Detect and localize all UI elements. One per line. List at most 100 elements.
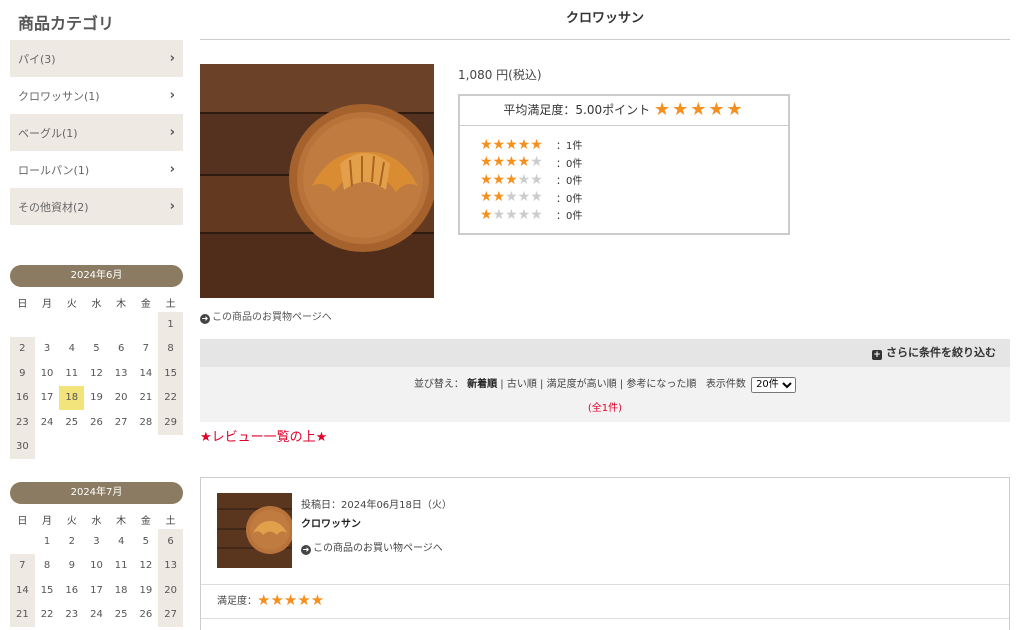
chevron-right-icon: › <box>169 199 175 214</box>
shopping-page-link[interactable]: ➜ この商品のお買物ページへ <box>200 308 332 324</box>
calendar-day[interactable]: 14 <box>134 361 159 386</box>
calendar-day[interactable]: 22 <box>35 603 60 628</box>
category-item-other-materials[interactable]: その他資材(2) › <box>10 188 183 225</box>
calendar-day[interactable]: 9 <box>59 554 84 579</box>
calendar-day[interactable]: 6 <box>158 529 183 554</box>
calendar-day[interactable]: 27 <box>109 410 134 435</box>
calendar-day[interactable]: 19 <box>134 578 159 603</box>
calendar-day[interactable]: 20 <box>109 386 134 411</box>
weekday-label: 月 <box>42 515 53 527</box>
weekday-label: 火 <box>66 515 77 527</box>
calendar-day[interactable]: 14 <box>10 578 35 603</box>
calendar-day[interactable]: 15 <box>158 361 183 386</box>
chevron-right-icon: › <box>169 88 175 103</box>
calendar-day[interactable]: 29 <box>158 410 183 435</box>
calendar-empty-cell <box>109 435 134 460</box>
croissant-photo <box>200 64 434 298</box>
calendar-day[interactable]: 8 <box>158 336 183 361</box>
calendar-day[interactable]: 21 <box>10 602 35 627</box>
calendar-day[interactable]: 30 <box>10 434 35 459</box>
calendar-day[interactable]: 2 <box>59 529 84 554</box>
calendar-day[interactable]: 24 <box>35 410 60 435</box>
calendar-day[interactable]: 25 <box>109 603 134 628</box>
divider <box>201 618 1009 619</box>
review-shopping-link-text: この商品のお買い物ページへ <box>313 543 443 554</box>
narrow-conditions-toggle[interactable]: + さらに条件を絞り込む <box>200 339 1010 367</box>
calendar-day[interactable]: 16 <box>10 385 35 410</box>
calendar-day[interactable]: 8 <box>35 554 60 579</box>
review-product-name: クロワッサン <box>301 519 361 530</box>
calendar-day[interactable]: 21 <box>134 386 159 411</box>
sort-highest-rating[interactable]: 満足度が高い順 <box>547 379 617 390</box>
rating-count: ：1件 <box>556 141 583 153</box>
calendar-day[interactable]: 6 <box>109 337 134 362</box>
review-list-note: ★レビュー一覧の上★ <box>200 430 328 445</box>
calendar-day[interactable]: 4 <box>59 337 84 362</box>
weekday-label: 水 <box>91 515 102 527</box>
weekday-label: 火 <box>66 298 77 310</box>
calendar-day[interactable]: 27 <box>158 602 183 627</box>
review-shopping-link[interactable]: ➜ この商品のお買い物ページへ <box>301 539 443 555</box>
shopping-page-link-text: この商品のお買物ページへ <box>212 312 332 323</box>
sort-oldest[interactable]: 古い順 <box>507 379 537 390</box>
category-label: ロールパン(1) <box>18 163 90 177</box>
review-filter-panel: + さらに条件を絞り込む 並び替え： 新着順 | 古い順 | 満足度が高い順 | … <box>200 339 1010 422</box>
calendar-day[interactable]: 12 <box>84 361 109 386</box>
category-item-pie[interactable]: パイ(3) › <box>10 40 183 77</box>
calendar-day[interactable]: 24 <box>84 603 109 628</box>
chevron-right-icon: › <box>169 51 175 66</box>
chevron-right-icon: › <box>169 162 175 177</box>
calendar-day[interactable]: 25 <box>59 410 84 435</box>
calendar-day[interactable]: 4 <box>109 529 134 554</box>
rating-row-2[interactable]: ★★★★★ ：0件 <box>480 189 788 207</box>
calendar-day[interactable]: 18 <box>59 385 85 410</box>
sort-newest[interactable]: 新着順 <box>467 379 497 390</box>
rating-row-3[interactable]: ★★★★★ ：0件 <box>480 171 788 189</box>
sort-label: 並び替え： <box>413 379 464 390</box>
calendar-day[interactable]: 18 <box>109 578 134 603</box>
calendar-day[interactable]: 23 <box>59 603 84 628</box>
calendar-day[interactable]: 26 <box>134 603 159 628</box>
calendar-day[interactable]: 2 <box>10 336 35 361</box>
calendar-day[interactable]: 28 <box>134 410 159 435</box>
calendar-day[interactable]: 5 <box>84 337 109 362</box>
calendar-day[interactable]: 3 <box>84 529 109 554</box>
calendar-day[interactable]: 10 <box>84 554 109 579</box>
rating-row-5[interactable]: ★★★★★ ：1件 <box>480 136 788 154</box>
calendar-day[interactable]: 17 <box>35 386 60 411</box>
calendar-day[interactable]: 3 <box>35 337 60 362</box>
category-item-rollpan[interactable]: ロールパン(1) › <box>10 151 183 188</box>
calendar-day[interactable]: 13 <box>109 361 134 386</box>
rating-row-4[interactable]: ★★★★★ ：0件 <box>480 154 788 172</box>
calendar-day[interactable]: 26 <box>84 410 109 435</box>
calendar-empty-cell <box>84 312 109 337</box>
calendar-day[interactable]: 17 <box>84 578 109 603</box>
per-page-select[interactable]: 20件 <box>751 376 797 393</box>
calendar-day[interactable]: 1 <box>35 529 60 554</box>
calendar-day[interactable]: 11 <box>59 361 84 386</box>
calendar-day[interactable]: 12 <box>134 554 159 579</box>
calendar-day[interactable]: 7 <box>10 553 35 578</box>
sort-most-helpful[interactable]: 参考になった順 <box>626 379 696 390</box>
rating-count: ：0件 <box>556 176 583 188</box>
category-item-bagel[interactable]: ベーグル(1) › <box>10 114 183 151</box>
calendar-day[interactable]: 23 <box>10 410 35 435</box>
calendar-day[interactable]: 7 <box>134 337 159 362</box>
category-item-croissant[interactable]: クロワッサン(1) › <box>10 77 183 114</box>
rating-row-1[interactable]: ★★★★★ ：0件 <box>480 206 788 224</box>
star-icon: ★★★★★ <box>480 206 543 223</box>
calendar-day[interactable]: 1 <box>158 312 183 337</box>
calendar-day[interactable]: 9 <box>10 361 35 386</box>
calendar-day[interactable]: 15 <box>35 578 60 603</box>
calendar-day[interactable]: 22 <box>158 385 183 410</box>
weekday-label: 日 <box>17 298 28 310</box>
calendar-day[interactable]: 10 <box>35 361 60 386</box>
calendar-day[interactable]: 20 <box>158 578 183 603</box>
calendar-day[interactable]: 11 <box>109 554 134 579</box>
star-icon: ★★★★★ <box>257 591 325 609</box>
review-product-thumbnail[interactable] <box>217 493 292 568</box>
calendar-day[interactable]: 13 <box>158 553 183 578</box>
calendar-day[interactable]: 5 <box>134 529 159 554</box>
calendar-day[interactable]: 19 <box>84 386 109 411</box>
calendar-day[interactable]: 16 <box>59 578 84 603</box>
